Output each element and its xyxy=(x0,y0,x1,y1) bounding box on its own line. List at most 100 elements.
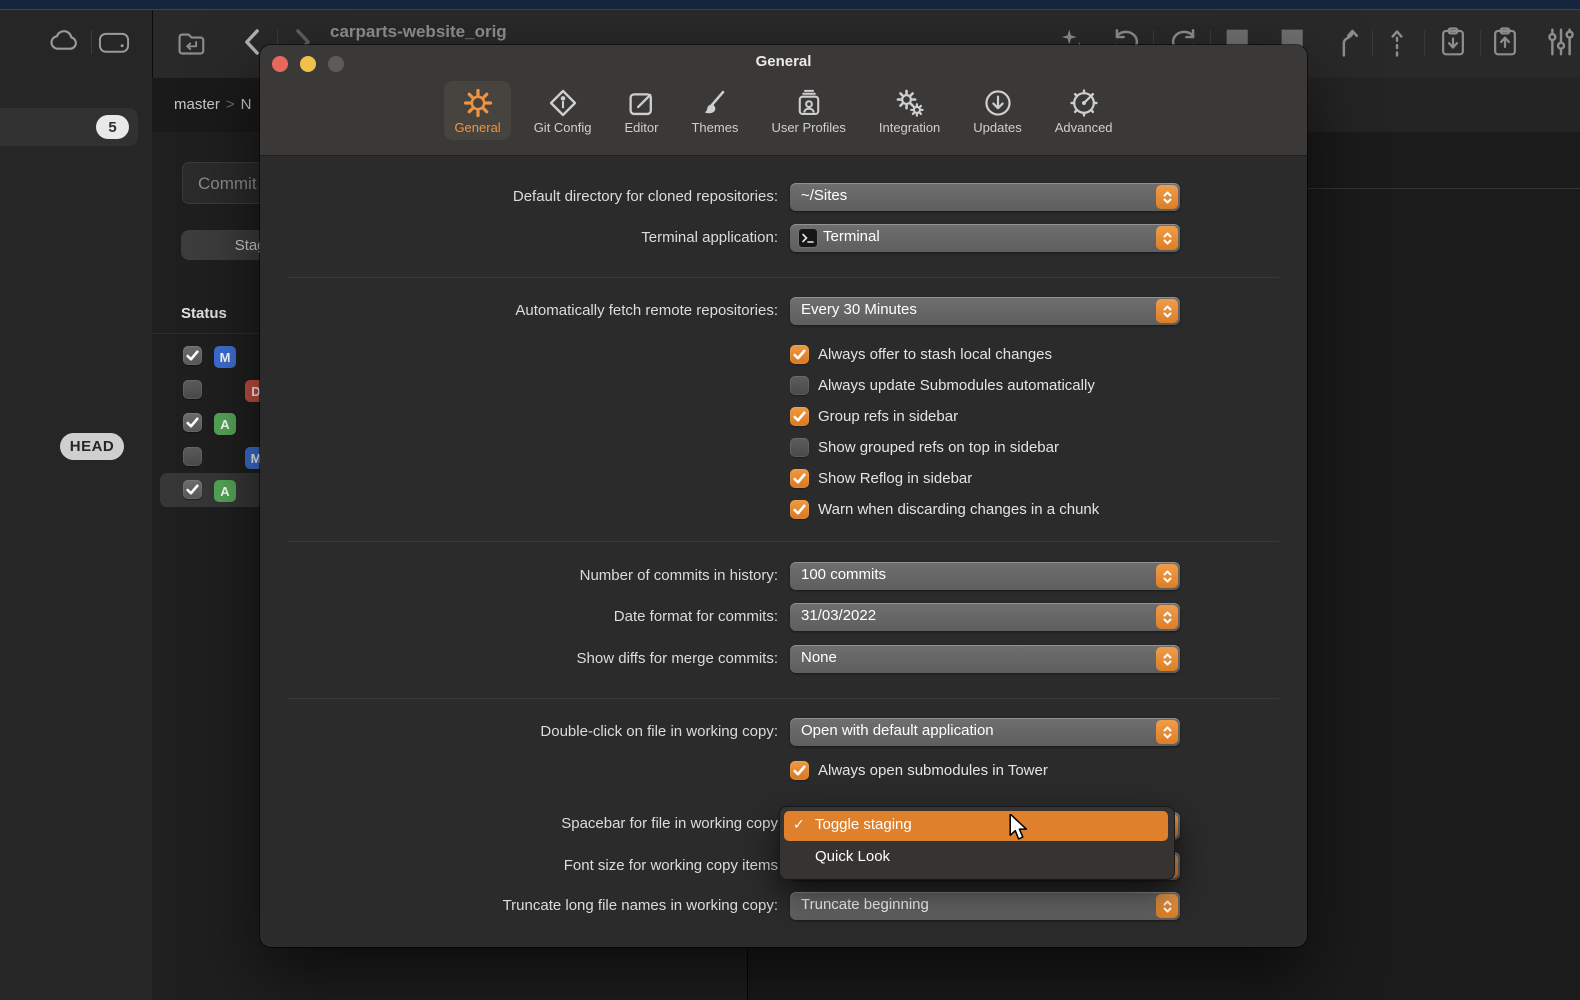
popup-value: Open with default application xyxy=(801,722,994,739)
breadcrumb-next: N xyxy=(241,96,252,113)
push-dashed-icon[interactable] xyxy=(1384,26,1410,58)
open-submodules-checkbox[interactable] xyxy=(790,761,809,780)
checkmark-icon: ✓ xyxy=(793,816,805,833)
tab-updates[interactable]: Updates xyxy=(963,81,1031,140)
checkbox-label: Show grouped refs on top in sidebar xyxy=(818,438,1059,457)
screen: 5 HEAD carparts-website_orig xyxy=(0,0,1580,1000)
tab-integration[interactable]: Integration xyxy=(869,81,950,140)
merge-diffs-popup[interactable]: None xyxy=(790,645,1180,673)
terminal-icon xyxy=(798,228,818,248)
font-size-label: Font size for working copy items xyxy=(390,857,778,875)
tab-git-config[interactable]: Git Config xyxy=(524,81,602,140)
status-badge: M xyxy=(214,346,236,368)
popup-value: Every 30 Minutes xyxy=(801,301,917,318)
status-badge: A xyxy=(214,480,236,502)
file-checkbox[interactable] xyxy=(183,480,202,499)
popup-stepper-icon xyxy=(1156,605,1178,629)
commits-history-label: Number of commits in history: xyxy=(390,567,778,585)
tab-label: Themes xyxy=(691,121,738,135)
checkbox-label: Always update Submodules automatically xyxy=(818,376,1095,395)
checkbox-label: Always offer to stash local changes xyxy=(818,345,1052,364)
show-reflog-checkbox[interactable] xyxy=(790,469,809,488)
group-refs-checkbox[interactable] xyxy=(790,407,809,426)
checkbox-label: Warn when discarding changes in a chunk xyxy=(818,500,1099,519)
sliders-icon[interactable] xyxy=(1544,26,1578,58)
preferences-tab-bar: General Git Config Editor xyxy=(260,81,1307,140)
popup-value: Terminal xyxy=(823,228,880,245)
popup-stepper-icon xyxy=(1156,564,1178,588)
window-title: carparts-website_orig xyxy=(330,22,750,42)
commits-history-popup[interactable]: 100 commits xyxy=(790,562,1180,590)
status-column-header: Status xyxy=(181,305,227,322)
section-divider xyxy=(288,277,1279,278)
checkbox-label: Show Reflog in sidebar xyxy=(818,469,972,488)
double-click-popup[interactable]: Open with default application xyxy=(790,718,1180,746)
file-checkbox[interactable] xyxy=(183,380,202,399)
menu-item-toggle-staging[interactable]: ✓ Toggle staging xyxy=(784,811,1168,841)
mouse-cursor xyxy=(1008,814,1032,842)
drive-icon[interactable] xyxy=(97,29,131,55)
menu-item-quick-look[interactable]: Quick Look xyxy=(784,843,1168,873)
popup-stepper-icon xyxy=(1156,299,1178,323)
download-circle-icon xyxy=(983,88,1013,118)
terminal-application-popup[interactable]: Terminal xyxy=(790,224,1180,252)
truncate-label: Truncate long file names in working copy… xyxy=(390,897,778,915)
warn-discard-chunk-checkbox[interactable] xyxy=(790,500,809,519)
tab-user-profiles[interactable]: User Profiles xyxy=(761,81,855,140)
auto-fetch-popup[interactable]: Every 30 Minutes xyxy=(790,297,1180,325)
truncate-popup[interactable]: Truncate beginning xyxy=(790,892,1180,920)
double-gear-icon xyxy=(895,88,925,118)
popup-value: 100 commits xyxy=(801,566,886,583)
auto-fetch-label: Automatically fetch remote repositories: xyxy=(390,302,778,320)
file-checkbox[interactable] xyxy=(183,346,202,365)
date-format-popup[interactable]: 31/03/2022 xyxy=(790,603,1180,631)
tab-general[interactable]: General xyxy=(444,81,510,140)
section-divider xyxy=(288,541,1279,542)
sidebar-count-badge: 5 xyxy=(96,115,129,139)
spacebar-dropdown-menu: ✓ Toggle staging Quick Look xyxy=(779,806,1175,880)
contact-card-icon xyxy=(794,88,824,118)
status-badge: A xyxy=(214,413,236,435)
tab-themes[interactable]: Themes xyxy=(681,81,748,140)
breadcrumb-branch[interactable]: master xyxy=(174,96,220,113)
popup-value: ~/Sites xyxy=(801,187,847,204)
toolbar-divider xyxy=(1424,30,1425,56)
head-branch-pill: HEAD xyxy=(60,433,124,460)
dialog-title: General xyxy=(260,53,1307,70)
file-checkbox[interactable] xyxy=(183,447,202,466)
breadcrumb[interactable]: master>N xyxy=(174,96,251,113)
stash-pop-icon[interactable] xyxy=(1490,26,1520,58)
macos-menubar xyxy=(0,0,1580,10)
file-checkbox[interactable] xyxy=(183,413,202,432)
popup-stepper-icon xyxy=(1156,720,1178,744)
tab-label: User Profiles xyxy=(771,121,845,135)
paint-brush-icon xyxy=(700,88,730,118)
tab-editor[interactable]: Editor xyxy=(615,81,669,140)
tab-label: Editor xyxy=(625,121,659,135)
cloud-icon[interactable] xyxy=(46,28,82,54)
default-directory-label: Default directory for cloned repositorie… xyxy=(390,188,778,206)
grouped-refs-top-checkbox[interactable] xyxy=(790,438,809,457)
checkbox-label: Group refs in sidebar xyxy=(818,407,958,426)
default-directory-popup[interactable]: ~/Sites xyxy=(790,183,1180,211)
stash-local-changes-checkbox[interactable] xyxy=(790,345,809,364)
popup-value: None xyxy=(801,649,837,666)
tab-label: Integration xyxy=(879,121,940,135)
popup-value: Truncate beginning xyxy=(801,896,929,913)
toolbar-divider xyxy=(1480,30,1481,56)
popup-stepper-icon xyxy=(1156,226,1178,250)
update-submodules-checkbox[interactable] xyxy=(790,376,809,395)
stash-save-icon[interactable] xyxy=(1438,26,1468,58)
section-divider xyxy=(288,698,1279,699)
menu-item-label: Toggle staging xyxy=(815,816,912,833)
tab-advanced[interactable]: Advanced xyxy=(1045,81,1123,140)
merge-branch-icon[interactable] xyxy=(1336,26,1364,58)
tab-label: General xyxy=(454,121,500,135)
double-click-label: Double-click on file in working copy: xyxy=(390,723,778,741)
open-working-copy-icon[interactable] xyxy=(176,27,208,57)
git-diamond-icon xyxy=(548,88,578,118)
tab-label: Git Config xyxy=(534,121,592,135)
breadcrumb-separator: > xyxy=(220,96,241,113)
popup-stepper-icon xyxy=(1156,185,1178,209)
sidebar-icon-divider xyxy=(91,30,92,54)
